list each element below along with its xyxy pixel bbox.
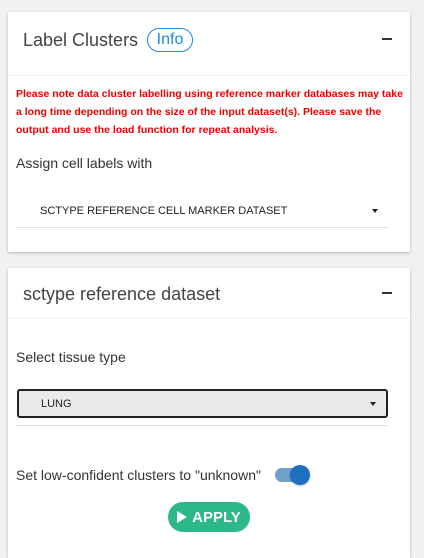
assign-labels-label: Assign cell labels with (16, 155, 153, 171)
tissue-type-label: Select tissue type (16, 349, 126, 365)
label-clusters-header: Label Clusters Info (8, 12, 410, 76)
apply-label: APPLY (192, 508, 241, 526)
label-clusters-panel: Label Clusters Info Please note data clu… (8, 12, 410, 252)
panel-title: Label Clusters (23, 30, 139, 50)
collapse-button[interactable] (380, 286, 394, 300)
tissue-type-selected-value: LUNG (41, 397, 72, 410)
label-method-selected-value: SCTYPE REFERENCE CELL MARKER DATASET (40, 204, 288, 217)
toggle-knob (290, 465, 310, 485)
unknown-toggle-label: Set low-confident clusters to "unknown" (16, 467, 261, 483)
sctype-reference-panel: sctype reference dataset Select tissue t… (8, 268, 410, 558)
caret-down-icon (370, 401, 376, 406)
info-button[interactable]: Info (147, 28, 193, 52)
minus-icon (382, 38, 392, 40)
label-method-select[interactable]: SCTYPE REFERENCE CELL MARKER DATASET (16, 194, 388, 228)
unknown-toggle-switch[interactable] (274, 465, 310, 485)
divider (16, 425, 388, 426)
tissue-type-select[interactable]: LUNG (17, 389, 388, 418)
minus-icon (382, 292, 392, 294)
collapse-button[interactable] (380, 32, 394, 46)
panel-title: sctype reference dataset (23, 284, 221, 304)
sctype-reference-header: sctype reference dataset (8, 268, 410, 319)
apply-button[interactable]: APPLY (168, 502, 250, 532)
caret-down-icon (372, 208, 378, 213)
play-icon (177, 511, 188, 523)
warning-message: Please note data cluster labelling using… (16, 88, 403, 136)
